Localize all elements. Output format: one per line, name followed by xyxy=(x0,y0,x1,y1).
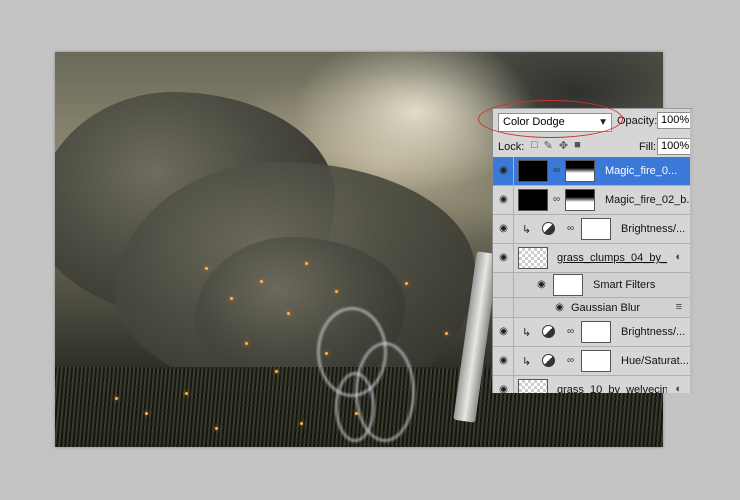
layer-thumbnail xyxy=(518,189,548,211)
layer-mask-thumbnail[interactable] xyxy=(581,350,611,372)
chain-link-icon[interactable]: ∞ xyxy=(567,223,574,234)
layer-name: grass_clumps_04_by_... xyxy=(557,252,667,264)
layer-row[interactable]: ◉ ↳ ∞ Brightness/... xyxy=(493,215,693,244)
layer-row[interactable]: ◉ ↳ ∞ Hue/Saturat... xyxy=(493,347,693,376)
smart-object-icon: ◐ xyxy=(675,383,682,393)
eye-icon[interactable]: ◉ xyxy=(497,326,510,338)
layer-row[interactable]: ◉ ↳ ∞ Brightness/... xyxy=(493,318,693,347)
chain-link-icon[interactable]: ∞ xyxy=(567,355,574,366)
ember-spark xyxy=(145,412,148,415)
layer-mask-thumbnail[interactable] xyxy=(581,321,611,343)
layer-thumbnail xyxy=(518,160,548,182)
opacity-label: Opacity: xyxy=(617,115,658,127)
ember-spark xyxy=(275,370,278,373)
lock-brush-icon[interactable]: ✎ xyxy=(544,139,553,152)
ember-spark xyxy=(245,342,248,345)
ember-spark xyxy=(205,267,208,270)
eye-icon[interactable]: ◉ xyxy=(497,194,510,206)
lock-all-icon[interactable]: ■ xyxy=(574,139,581,152)
clipping-arrow-icon: ↳ xyxy=(522,224,532,236)
layer-row[interactable]: ◉ grass_clumps_04_by_... ◐ xyxy=(493,244,693,273)
lock-label: Lock: xyxy=(498,141,525,153)
layer-row[interactable]: ◉ grass_10_by_welvecin... ◐ xyxy=(493,376,693,393)
opacity-field[interactable]: 100% xyxy=(657,112,693,129)
clipping-arrow-icon: ↳ xyxy=(522,327,532,339)
layer-name: grass_10_by_welvecin... xyxy=(557,384,667,393)
ember-spark xyxy=(287,312,290,315)
smart-filters-row[interactable]: ◉ Smart Filters xyxy=(493,273,693,298)
ember-spark xyxy=(215,427,218,430)
clipping-arrow-icon: ↳ xyxy=(522,356,532,368)
lock-move-icon[interactable]: ✥ xyxy=(559,139,568,152)
visibility-column xyxy=(493,273,514,297)
ember-spark xyxy=(305,262,308,265)
layer-name: Magic_fire_0... xyxy=(605,165,678,177)
smoke-wisp xyxy=(335,372,375,442)
eye-icon[interactable]: ◉ xyxy=(497,165,510,177)
layer-mask-thumbnail[interactable] xyxy=(581,218,611,240)
adjustment-layer-icon xyxy=(542,222,555,235)
chain-link-icon[interactable]: ∞ xyxy=(553,165,560,176)
ember-spark xyxy=(230,297,233,300)
layer-name: Gaussian Blur xyxy=(571,302,641,314)
layer-name: Brightness/... xyxy=(621,223,686,235)
adjustment-layer-icon xyxy=(542,354,555,367)
smart-object-icon: ◐ xyxy=(675,251,682,263)
ember-spark xyxy=(355,412,358,415)
ember-spark xyxy=(185,392,188,395)
ember-spark xyxy=(405,282,408,285)
eye-icon[interactable]: ◉ xyxy=(535,279,548,291)
layers-panel: Color Dodge ▼ Opacity: 100% Lock: □ ✎ ✥ … xyxy=(492,108,693,393)
ember-spark xyxy=(260,280,263,283)
layer-list: ◉ ∞ Magic_fire_0... ◉ ∞ Magic_fire_02_b.… xyxy=(493,157,693,393)
lock-options: □ ✎ ✥ ■ xyxy=(531,139,581,152)
chain-link-icon[interactable]: ∞ xyxy=(553,194,560,205)
filter-mask-thumbnail[interactable] xyxy=(553,274,583,296)
layer-row[interactable]: ◉ ∞ Magic_fire_0... xyxy=(493,157,693,186)
layer-name: Brightness/... xyxy=(621,326,686,338)
ember-spark xyxy=(445,332,448,335)
eye-icon[interactable]: ◉ xyxy=(497,223,510,235)
fill-label: Fill: xyxy=(639,141,657,153)
layer-row[interactable]: ◉ ∞ Magic_fire_02_b... xyxy=(493,186,693,215)
eye-icon[interactable]: ◉ xyxy=(497,355,510,367)
layer-mask-thumbnail[interactable] xyxy=(565,189,595,211)
filter-row[interactable]: ◉ Gaussian Blur ≡ xyxy=(493,298,693,318)
ember-spark xyxy=(325,352,328,355)
layer-name: Magic_fire_02_b... xyxy=(605,194,689,206)
layer-mask-thumbnail[interactable] xyxy=(565,160,595,182)
eye-icon[interactable]: ◉ xyxy=(497,384,510,393)
highlight-oval xyxy=(478,100,623,138)
chain-link-icon[interactable]: ∞ xyxy=(567,326,574,337)
filter-options-icon[interactable]: ≡ xyxy=(676,301,682,313)
ember-spark xyxy=(115,397,118,400)
ember-spark xyxy=(335,290,338,293)
layers-scrollbar[interactable] xyxy=(690,109,693,393)
visibility-column xyxy=(493,298,514,317)
layer-thumbnail xyxy=(518,379,548,393)
fill-field[interactable]: 100% xyxy=(657,138,693,155)
layer-name: Smart Filters xyxy=(593,279,656,291)
eye-icon[interactable]: ◉ xyxy=(497,252,510,264)
layer-name: Hue/Saturat... xyxy=(621,355,689,367)
adjustment-layer-icon xyxy=(542,325,555,338)
ember-spark xyxy=(300,422,303,425)
lock-transparency-icon[interactable]: □ xyxy=(531,139,538,152)
eye-icon[interactable]: ◉ xyxy=(553,302,566,314)
layer-thumbnail xyxy=(518,247,548,269)
